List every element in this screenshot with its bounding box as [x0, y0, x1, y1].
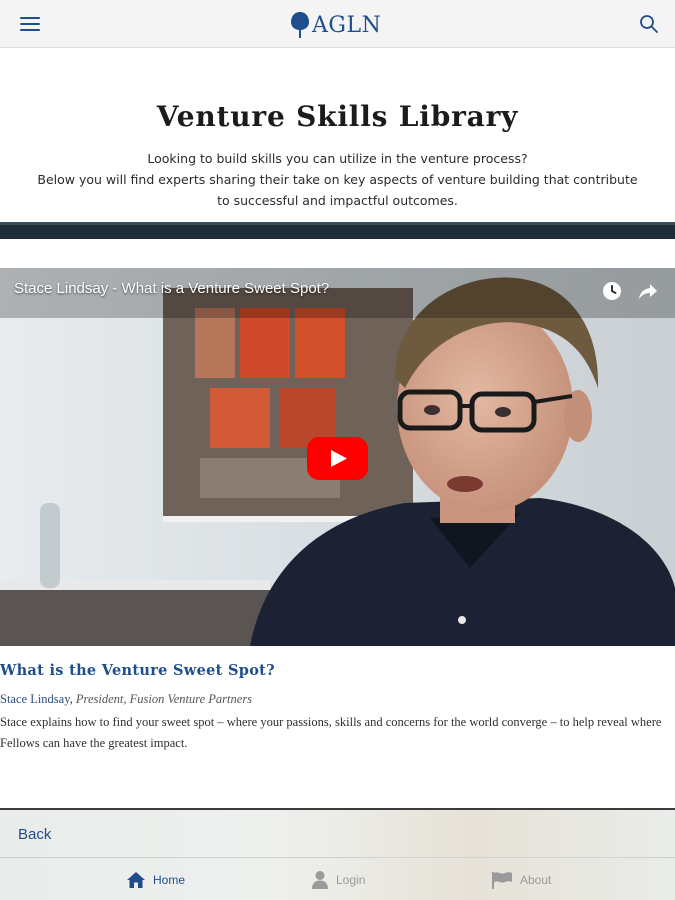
search-icon[interactable] [639, 14, 659, 34]
home-icon [127, 872, 145, 888]
flag-icon [492, 872, 512, 889]
tab-label: About [520, 873, 552, 887]
speaker-role: President, Fusion Venture Partners [75, 692, 253, 706]
tab-home[interactable]: Home [126, 866, 185, 894]
speaker-name: Stace Lindsay [0, 692, 70, 706]
intro-line: to successful and impactful outcomes. [217, 193, 458, 208]
video-title[interactable]: Stace Lindsay - What is a Venture Sweet … [14, 280, 329, 297]
youtube-play-icon[interactable] [307, 437, 368, 480]
agln-logo[interactable]: AGLN [290, 10, 381, 40]
intro-line: Below you will find experts sharing thei… [37, 172, 638, 187]
top-app-bar: AGLN [0, 0, 675, 48]
intro-line: Looking to build skills you can utilize … [147, 151, 528, 166]
video-player[interactable]: Stace Lindsay - What is a Venture Sweet … [0, 268, 675, 646]
entry-speaker: Stace Lindsay, President, Fusion Venture… [0, 692, 252, 707]
page-title: Venture Skills Library [156, 100, 519, 133]
user-icon [312, 871, 328, 889]
clock-icon[interactable] [601, 280, 623, 302]
hamburger-menu-icon[interactable] [20, 14, 48, 36]
tab-login[interactable]: Login [311, 866, 365, 894]
tab-label: Login [336, 873, 366, 887]
tab-about[interactable]: About [491, 866, 551, 894]
nav-divider [0, 857, 675, 858]
entry-heading[interactable]: What is the Venture Sweet Spot? [0, 662, 275, 679]
tree-icon [291, 12, 309, 38]
logo-text: AGLN [312, 12, 382, 38]
share-arrow-icon[interactable] [637, 280, 659, 302]
entry-description: Stace explains how to find your sweet sp… [0, 715, 662, 750]
intro-text: Looking to build skills you can utilize … [30, 148, 645, 211]
section-divider [0, 222, 675, 239]
back-button[interactable]: Back [18, 826, 51, 843]
tab-label: Home [153, 873, 186, 887]
